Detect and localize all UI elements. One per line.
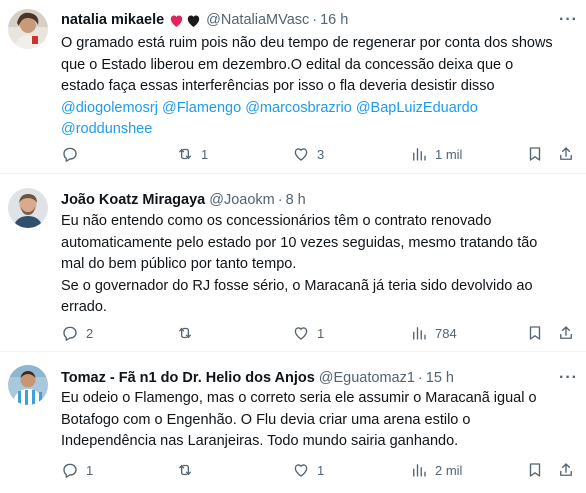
reply-count: 1 [86,462,94,478]
text-line: estado faça essas interferências por iss… [61,78,495,95]
author-handle[interactable]: @Joaokm [209,191,275,209]
bookmark-icon [529,326,541,340]
avatar[interactable] [8,9,48,49]
retweet-button[interactable] [176,324,201,342]
tweet-text: O gramado está ruim pois não deu tempo d… [61,33,576,141]
red-heart-icon [171,15,183,27]
author-name[interactable]: Tomaz - Fã n1 do Dr. Helio dos Anjos [61,369,315,387]
share-icon [560,326,572,339]
tweet-text: Eu não entendo como os concessionários t… [61,211,576,319]
mention-link[interactable]: @diogolemosrj [61,100,158,116]
text-line: Botafogo com o Engenhão. O Flu devia cri… [61,411,471,428]
black-heart-icon [188,15,200,27]
text-line: que o Estado liberou em dezembro.O edita… [61,56,514,73]
more-icon[interactable]: ··· [559,370,578,386]
text-line: errado. [61,299,107,316]
reply-icon [63,326,77,341]
like-count: 3 [317,146,325,162]
retweet-button[interactable] [176,461,201,479]
mentions-line: @roddunshee [61,119,576,141]
bookmark-button[interactable] [526,461,544,479]
avatar[interactable] [8,365,48,405]
views-button[interactable]: 1 mil [410,145,462,163]
author-name[interactable]: João Koatz Miragaya [61,191,205,209]
action-bar: 1 3 1 mil [61,145,581,165]
like-icon [294,148,308,161]
text-line: Independência nas Laranjeiras. Todo mund… [61,433,459,450]
text-line: mal do bem público por tanto tempo. [61,256,297,273]
mentions-line: @diogolemosrj @Flamengo @marcosbrazrio @… [61,98,576,120]
author-handle[interactable]: @NataliaMVasc [206,11,309,29]
retweet-icon [179,327,191,339]
tweet-3[interactable]: Tomaz - Fã n1 do Dr. Helio dos Anjos @Eg… [0,353,586,493]
more-icon[interactable]: ··· [559,12,578,28]
text-line: Se o governador do RJ fosse sério, o Mar… [61,277,533,294]
share-button[interactable] [557,461,575,479]
timestamp[interactable]: 8 h [286,191,306,209]
like-button[interactable]: 1 [292,461,324,479]
like-count: 1 [317,325,325,341]
mention-link[interactable]: @BapLuizEduardo [356,100,478,116]
retweet-icon [179,464,191,476]
tweet-1[interactable]: natalia mikaele @NataliaMVasc · 16 h ···… [0,0,586,174]
reply-button[interactable]: 1 [61,461,93,479]
retweet-icon [179,148,191,160]
reply-icon [63,463,77,478]
timestamp[interactable]: 16 h [320,11,348,29]
views-icon [413,327,426,340]
separator: · [312,12,318,28]
like-button[interactable]: 1 [292,324,324,342]
like-count: 1 [317,462,325,478]
bookmark-button[interactable] [526,324,544,342]
views-icon [413,148,426,161]
share-icon [560,147,572,160]
action-bar: 2 1 784 [61,324,581,344]
text-line: Eu não entendo como os concessionários t… [61,213,492,229]
like-icon [294,327,308,340]
bookmark-icon [529,147,541,161]
view-count: 1 mil [435,146,463,162]
views-icon [413,464,426,477]
mention-link[interactable]: @roddunshee [61,121,152,137]
reply-icon [63,147,77,162]
bookmark-icon [529,463,541,477]
separator: · [277,192,283,208]
views-button[interactable]: 784 [410,324,457,342]
reply-button[interactable] [61,145,86,163]
views-button[interactable]: 2 mil [410,461,462,479]
mention-link[interactable]: @Flamengo [162,100,241,116]
view-count: 784 [435,325,457,341]
share-button[interactable] [557,145,575,163]
text-line: Eu odeio o Flamengo, mas o correto seria… [61,390,537,406]
bookmark-button[interactable] [526,145,544,163]
like-icon [294,464,308,477]
text-line: O gramado está ruim pois não deu tempo d… [61,35,553,51]
action-bar: 1 1 2 mil [61,461,581,481]
share-button[interactable] [557,324,575,342]
name-emoji [168,12,202,29]
like-button[interactable]: 3 [292,145,324,163]
reply-count: 2 [86,325,94,341]
avatar[interactable] [8,188,48,228]
view-count: 2 mil [435,462,463,478]
mention-link[interactable]: @marcosbrazrio [245,100,352,116]
text-line: automaticamente pelo estado por 10 vezes… [61,234,538,251]
author-handle[interactable]: @Eguatomaz1 [319,369,415,387]
tweet-2[interactable]: João Koatz Miragaya @Joaokm · 8 h Eu não… [0,175,586,352]
reply-button[interactable]: 2 [61,324,93,342]
separator: · [417,370,423,386]
retweet-count: 1 [201,146,209,162]
timestamp[interactable]: 15 h [426,369,454,387]
retweet-button[interactable]: 1 [176,145,208,163]
tweet-text: Eu odeio o Flamengo, mas o correto seria… [61,388,576,453]
share-icon [560,463,572,476]
author-name[interactable]: natalia mikaele [61,11,164,29]
